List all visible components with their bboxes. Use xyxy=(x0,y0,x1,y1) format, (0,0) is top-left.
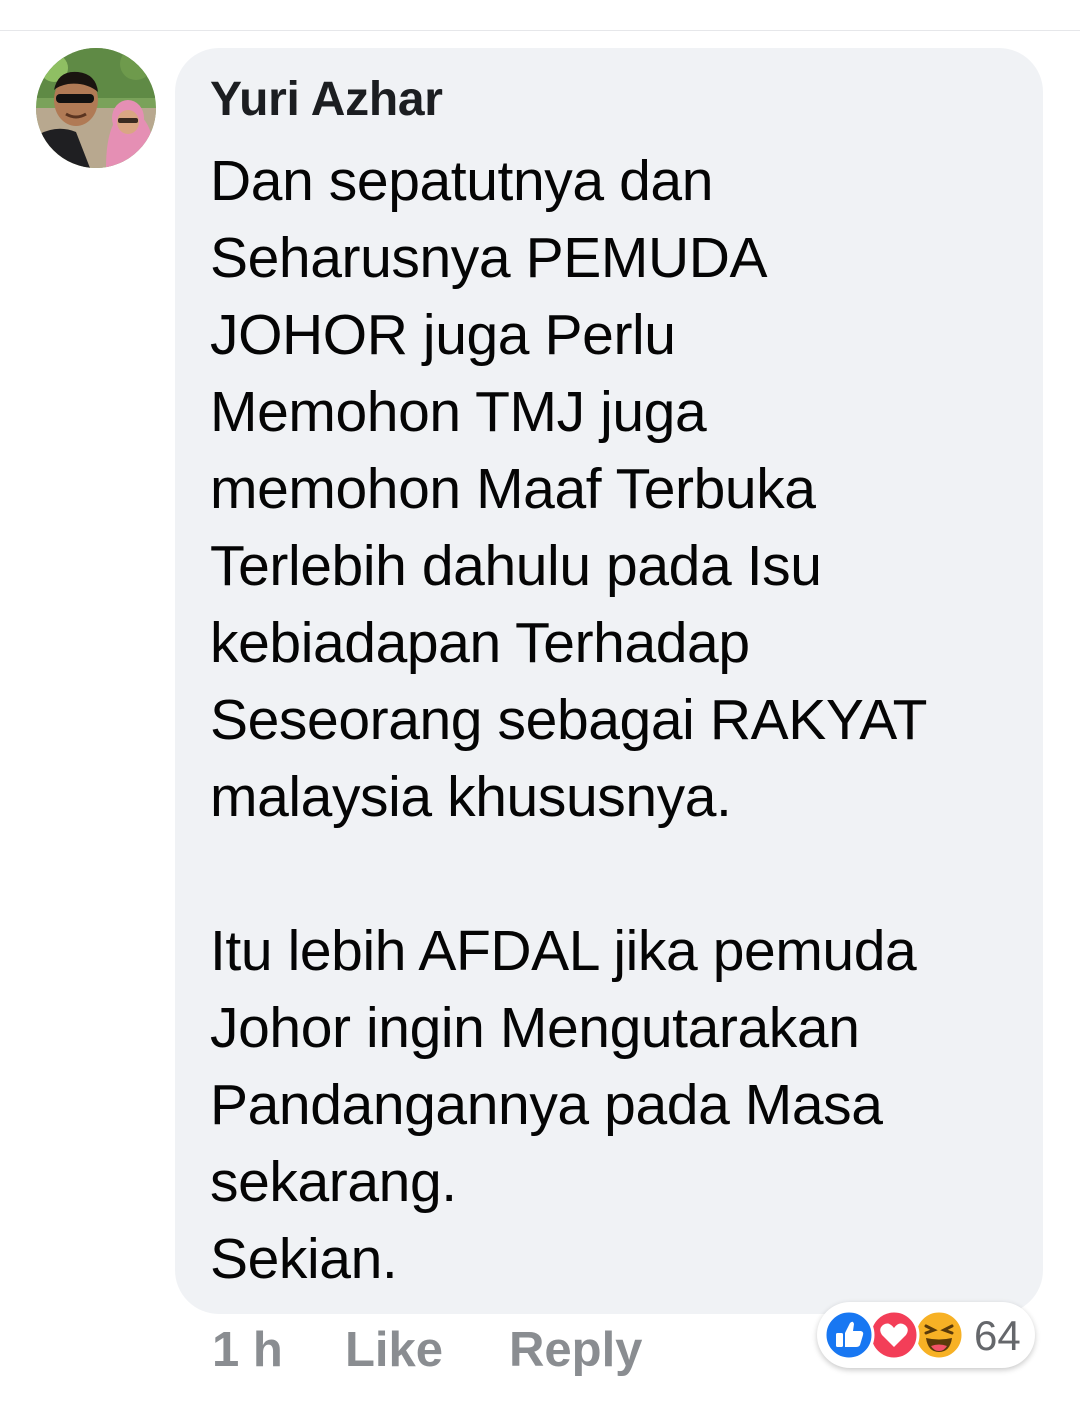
reply-button[interactable]: Reply xyxy=(509,1322,642,1378)
comment-author[interactable]: Yuri Azhar xyxy=(210,72,443,127)
reaction-count: 64 xyxy=(974,1312,1021,1359)
avatar[interactable] xyxy=(36,48,156,168)
like-icon xyxy=(823,1309,875,1361)
love-icon xyxy=(868,1309,920,1361)
haha-icon xyxy=(913,1309,965,1361)
like-button[interactable]: Like xyxy=(345,1322,443,1378)
comment-text: Dan sepatutnya dan Seharusnya PEMUDA JOH… xyxy=(210,149,928,1291)
top-divider xyxy=(0,30,1080,31)
avatar-photo xyxy=(36,48,156,168)
reactions-summary[interactable]: 64 xyxy=(817,1302,1035,1368)
comment-timestamp[interactable]: 1 h xyxy=(212,1322,283,1378)
